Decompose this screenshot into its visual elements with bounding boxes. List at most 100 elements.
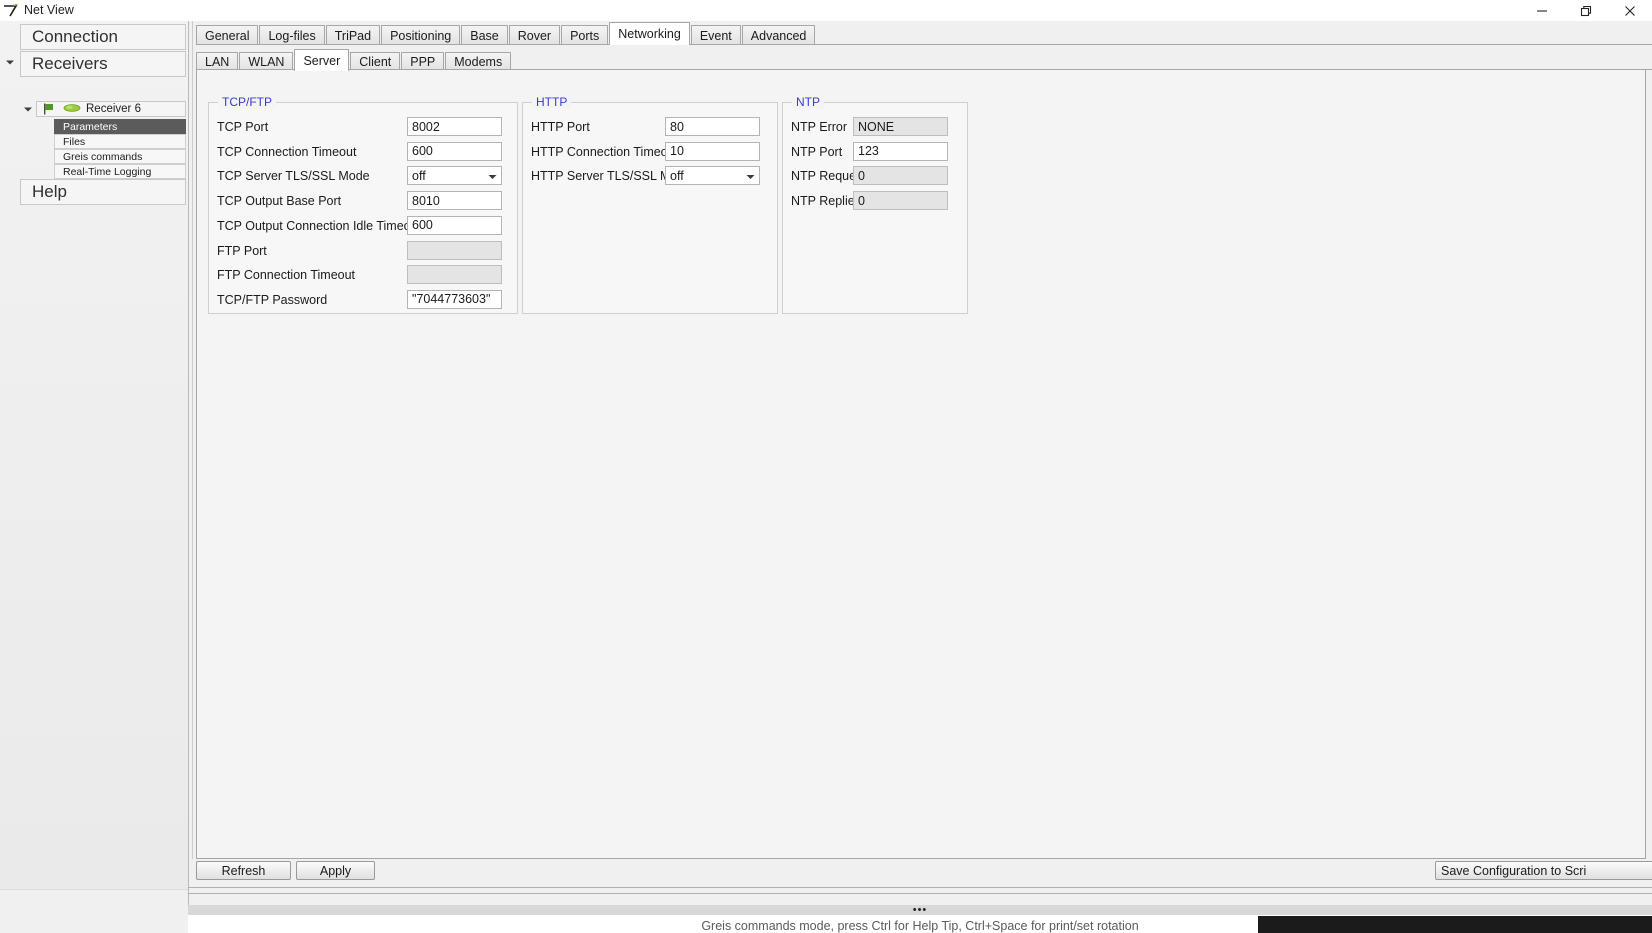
tab-label: LAN: [205, 55, 230, 69]
field-value: 600: [412, 144, 433, 159]
tcp-ftp-field-label-4: TCP Output Connection Idle Timeout: [217, 218, 422, 233]
sidebar-item-label: Files: [63, 135, 86, 148]
tab-rover[interactable]: Rover: [508, 25, 561, 45]
apply-button[interactable]: Apply: [296, 861, 375, 880]
field-value: 8002: [412, 119, 440, 134]
chevron-down-icon-receivers[interactable]: [2, 54, 18, 70]
tcp-ftp-field-select-2[interactable]: off: [407, 166, 502, 186]
green-cloud-icon: [63, 102, 81, 116]
tcp-ftp-field-input-0[interactable]: 8002: [407, 117, 502, 136]
tcp-ftp-field-input-4[interactable]: 600: [407, 215, 502, 235]
tab-advanced[interactable]: Advanced: [741, 25, 816, 45]
tcp-ftp-field-input-5: [407, 240, 502, 260]
ntp-field-input-0: NONE: [853, 117, 948, 136]
server-settings-panel: TCP/FTP TCP Port 8002 TCP Connection Timeo…: [196, 70, 1646, 859]
tab-label: Rover: [517, 28, 552, 43]
sidebar-item-real-time-logging[interactable]: Real-Time Logging: [54, 164, 186, 179]
tcp-ftp-field-input-6: [407, 265, 502, 285]
sidebar-item-help[interactable]: Help: [20, 179, 186, 205]
field-value: off: [670, 168, 684, 183]
minimize-icon[interactable]: [1520, 0, 1564, 21]
group-title-ntp: NTP: [792, 95, 824, 109]
tab-label: Advanced: [750, 28, 807, 43]
group-title-http: HTTP: [532, 95, 572, 109]
http-field-label-1: HTTP Connection Timeout: [531, 144, 679, 159]
tab-label: General: [205, 28, 250, 43]
server-settings-inner: TCP/FTP TCP Port 8002 TCP Connection Timeo…: [198, 71, 1644, 856]
http-field-select-2[interactable]: off: [665, 166, 760, 186]
tab-label: Networking: [618, 27, 681, 41]
tab-base[interactable]: Base: [461, 25, 508, 45]
group-ntp: NTP NTP Error NONE NTP Port 123 NTP Requests…: [782, 95, 968, 314]
chevron-down-icon-receiver6[interactable]: [20, 101, 36, 117]
sidebar-item-connection[interactable]: Connection: [20, 24, 186, 50]
tab-event[interactable]: Event: [690, 25, 741, 45]
net-view-logo-icon: [0, 0, 22, 21]
splitter-handle[interactable]: •••: [188, 904, 1652, 916]
tab-strip-secondary: LAN WLAN Server Client PPP Modems: [196, 47, 512, 71]
close-icon[interactable]: [1608, 0, 1652, 21]
action-button-bar: Refresh Apply Save Configuration to Scri: [188, 861, 1652, 889]
sidebar: Connection Receivers Receiver 6 Paramete…: [0, 21, 188, 933]
tcp-ftp-field-label-2: TCP Server TLS/SSL Mode: [217, 169, 370, 184]
tab-networking[interactable]: Networking: [609, 22, 690, 45]
refresh-button[interactable]: Refresh: [196, 861, 291, 880]
tcp-ftp-field-input-7[interactable]: "7044773603": [407, 289, 502, 309]
ntp-field-input-2: 0: [853, 166, 948, 186]
tab-positioning[interactable]: Positioning: [381, 25, 461, 45]
subtab-server[interactable]: Server: [294, 49, 350, 71]
sidebar-item-parameters[interactable]: Parameters: [54, 119, 186, 134]
field-value: 0: [858, 168, 865, 183]
splitter-line-bottom: [188, 893, 1652, 894]
sidebar-item-label: Help: [32, 182, 67, 201]
window-title: Net View: [24, 3, 74, 17]
field-value: NONE: [858, 119, 895, 134]
main-content: General Log-files TriPad Positioning Base Rov…: [188, 21, 1652, 933]
tab-label: Log-files: [268, 28, 316, 43]
tab-general[interactable]: General: [196, 25, 259, 45]
sidebar-item-label: Real-Time Logging: [63, 165, 152, 178]
tcp-ftp-field-input-1[interactable]: 600: [407, 141, 502, 161]
tab-label: WLAN: [248, 55, 285, 69]
tab-label: TriPad: [334, 28, 372, 43]
status-bar-text: Greis commands mode, press Ctrl for Help…: [701, 919, 1139, 933]
sidebar-item-greis-commands[interactable]: Greis commands: [54, 149, 186, 164]
ntp-field-label-0: NTP Error: [791, 120, 848, 134]
tab-ports[interactable]: Ports: [561, 25, 609, 45]
chevron-down-icon[interactable]: [488, 167, 497, 186]
http-field-input-0[interactable]: 80: [665, 117, 760, 136]
bottom-black-bar: [1258, 916, 1652, 933]
tab-label: Positioning: [390, 28, 452, 43]
field-value: 123: [858, 144, 879, 159]
http-field-input-1[interactable]: 10: [665, 141, 760, 161]
restore-icon[interactable]: [1564, 0, 1608, 21]
sidebar-item-receivers[interactable]: Receivers: [20, 51, 186, 77]
save-configuration-to-script-button[interactable]: Save Configuration to Scri: [1435, 861, 1652, 880]
tcp-ftp-field-label-6: FTP Connection Timeout: [217, 268, 356, 283]
group-title-tcp-ftp: TCP/FTP: [218, 95, 276, 109]
net-view-window: Net View Connection Receivers Receiver 6…: [0, 0, 1652, 933]
tab-label: Ports: [570, 28, 600, 43]
tcp-ftp-field-input-3[interactable]: 8010: [407, 191, 502, 211]
tcp-ftp-field-label-7: TCP/FTP Password: [217, 292, 328, 307]
sidebar-footer: [0, 890, 188, 933]
title-bar: Net View: [0, 0, 1652, 21]
sidebar-item-files[interactable]: Files: [54, 134, 186, 149]
tcp-ftp-field-label-0: TCP Port: [217, 120, 269, 134]
ntp-field-label-1: NTP Port: [791, 144, 843, 159]
splitter-grip-dots: •••: [912, 904, 928, 916]
main-left-border: [188, 21, 189, 933]
tab-label: Server: [303, 53, 341, 68]
tab-strip-secondary-underline: [196, 69, 1652, 70]
ntp-field-label-3: NTP Replies: [791, 194, 861, 209]
tab-log-files[interactable]: Log-files: [259, 25, 325, 45]
tab-strip-primary-underline: [196, 44, 1652, 45]
ntp-field-input-1[interactable]: 123: [853, 141, 948, 161]
chevron-down-icon[interactable]: [746, 167, 755, 186]
group-http: HTTP HTTP Port 80 HTTP Connection Timeout 1…: [522, 95, 778, 314]
sidebar-item-label: Receivers: [32, 54, 108, 73]
tab-tripad[interactable]: TriPad: [325, 25, 381, 45]
tab-strip-primary: General Log-files TriPad Positioning Base Rov…: [196, 22, 816, 45]
field-value: 600: [412, 218, 433, 233]
tree-node-receiver-6[interactable]: Receiver 6: [36, 101, 186, 117]
